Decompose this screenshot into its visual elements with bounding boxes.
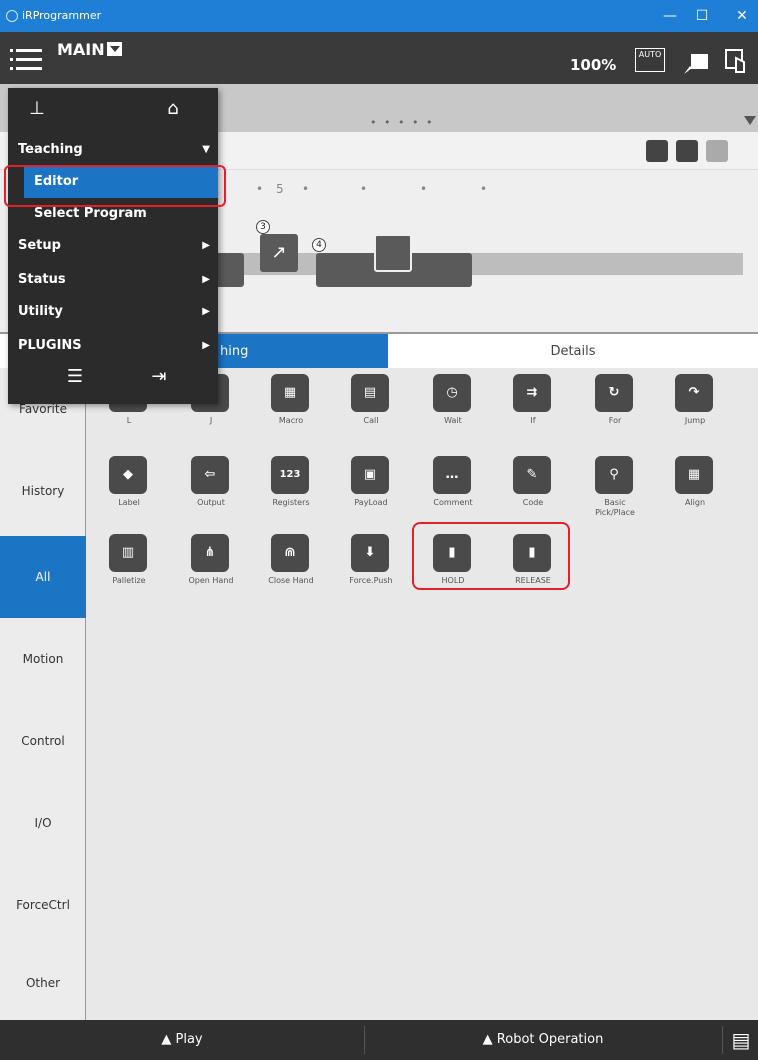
menu-status[interactable]: Status ▶: [8, 264, 218, 296]
collapse-arrow-icon[interactable]: [744, 116, 756, 125]
menu-plugins[interactable]: PLUGINS ▶: [8, 330, 218, 362]
exit-icon[interactable]: ⇥: [144, 366, 174, 390]
close-hand-icon: ⋒: [271, 534, 309, 572]
registers-icon: 123: [271, 456, 309, 494]
menu-list-icon[interactable]: ☰: [60, 366, 90, 390]
teach-pendant-icon[interactable]: [682, 52, 710, 76]
main-menu: ⊥ ⌂ Teaching ▼ Editor Select Program Setu…: [8, 88, 218, 404]
jump-icon: ↷: [675, 374, 713, 412]
call-icon: ▤: [351, 374, 389, 412]
category-other[interactable]: Other: [0, 942, 86, 1024]
cmd-code[interactable]: ✎ Code: [494, 450, 572, 532]
menu-setup[interactable]: Setup ▶: [8, 230, 218, 262]
redo-icon[interactable]: [706, 140, 728, 162]
cmd-force-push[interactable]: ⬇ Force.Push: [332, 528, 410, 610]
hold-block[interactable]: [374, 234, 412, 272]
robot-operation-button[interactable]: ▲ Robot Operation: [365, 1020, 721, 1060]
submenu-arrow-icon: ▶: [202, 240, 210, 251]
cmd-align[interactable]: ▦ Align: [656, 450, 734, 532]
teach-pendant-toggle-icon[interactable]: ▤: [728, 1020, 754, 1060]
cmd-palletize[interactable]: ▥ Palletize: [90, 528, 168, 610]
play-button[interactable]: ▲ Play: [0, 1020, 364, 1060]
category-control[interactable]: Control: [0, 700, 86, 782]
category-all[interactable]: All: [0, 536, 86, 618]
category-history[interactable]: History: [0, 450, 86, 532]
submenu-arrow-icon: ▶: [202, 340, 210, 351]
ruler-label: 5: [276, 182, 284, 196]
program-dropdown-icon[interactable]: [107, 42, 122, 56]
maximize-button[interactable]: ☐: [692, 6, 712, 26]
cmd-for[interactable]: ↻ For: [576, 368, 654, 450]
cmd-comment[interactable]: … Comment: [414, 450, 492, 532]
code-edit-icon: ✎: [513, 456, 551, 494]
title-bar: iRProgrammer — ☐ ✕: [0, 0, 758, 32]
open-hand-icon: ⋔: [191, 534, 229, 572]
fullscreen-icon[interactable]: [646, 140, 668, 162]
auto-mode-icon[interactable]: AUTO: [635, 48, 665, 72]
gripper-icon: ⚲: [595, 456, 633, 494]
cmd-call[interactable]: ▤ Call: [332, 368, 410, 450]
undo-icon[interactable]: [676, 140, 698, 162]
highlight-editor: [4, 165, 226, 207]
comment-icon: …: [433, 456, 471, 494]
menu-teaching[interactable]: Teaching ▼: [8, 134, 218, 166]
touch-hand-icon[interactable]: [724, 48, 748, 74]
cmd-payload[interactable]: ▣ PayLoad: [332, 450, 410, 532]
auto-mode-label: AUTO: [638, 50, 662, 59]
cmd-if[interactable]: ⇉ If: [494, 368, 572, 450]
step-number: 4: [312, 238, 326, 252]
bottom-bar: ▲ Play ▲ Robot Operation ▤: [0, 1020, 758, 1060]
cmd-jump[interactable]: ↷ Jump: [656, 368, 734, 450]
cmd-wait[interactable]: ◷ Wait: [414, 368, 492, 450]
zoom-level: 100%: [570, 56, 617, 74]
category-motion[interactable]: Motion: [0, 618, 86, 700]
loop-icon: ↻: [595, 374, 633, 412]
menu-utility[interactable]: Utility ▶: [8, 296, 218, 328]
expanded-arrow-icon: ▼: [202, 144, 210, 155]
close-button[interactable]: ✕: [732, 6, 752, 26]
app-icon: [6, 10, 18, 22]
submenu-arrow-icon: ▶: [202, 274, 210, 285]
step-number: 3: [256, 220, 270, 234]
output-icon: ⇦: [191, 456, 229, 494]
command-palette: ↗L ⤴J ▦Macro ▤Call ◷Wait ⇉If ↻For ↷Jump …: [86, 368, 758, 1020]
macro-icon: ▦: [271, 374, 309, 412]
tab-details[interactable]: Details: [388, 334, 758, 370]
minimize-button[interactable]: —: [660, 6, 680, 26]
branch-icon: ⇉: [513, 374, 551, 412]
cmd-output[interactable]: ⇦ Output: [172, 450, 250, 532]
submenu-arrow-icon: ▶: [202, 306, 210, 317]
menu-hamburger-icon[interactable]: [10, 44, 44, 74]
window-title: iRProgrammer: [22, 9, 102, 22]
category-sidebar: Favorite History All Motion Control I/O …: [0, 368, 86, 1020]
linear-motion-block[interactable]: ↗: [260, 234, 298, 272]
tag-icon: ◆: [109, 456, 147, 494]
page-dots: • • • • •: [370, 116, 435, 129]
pin-icon[interactable]: ⊥: [22, 98, 52, 122]
program-name[interactable]: MAIN: [57, 40, 105, 59]
palletize-icon: ▥: [109, 534, 147, 572]
force-push-icon: ⬇: [351, 534, 389, 572]
payload-icon: ▣: [351, 456, 389, 494]
home-icon[interactable]: ⌂: [158, 98, 188, 122]
cmd-registers[interactable]: 123 Registers: [252, 450, 330, 532]
cmd-macro[interactable]: ▦ Macro: [252, 368, 330, 450]
highlight-hold-release: [412, 522, 570, 590]
category-forcectrl[interactable]: ForceCtrl: [0, 864, 86, 946]
cmd-open-hand[interactable]: ⋔ Open Hand: [172, 528, 250, 610]
header-bar: MAIN 100% AUTO: [0, 32, 758, 84]
cmd-basic-pick-place[interactable]: ⚲ Basic Pick/Place: [576, 450, 654, 532]
cmd-label[interactable]: ◆ Label: [90, 450, 168, 532]
cmd-close-hand[interactable]: ⋒ Close Hand: [252, 528, 330, 610]
stopwatch-icon: ◷: [433, 374, 471, 412]
align-icon: ▦: [675, 456, 713, 494]
category-io[interactable]: I/O: [0, 782, 86, 864]
